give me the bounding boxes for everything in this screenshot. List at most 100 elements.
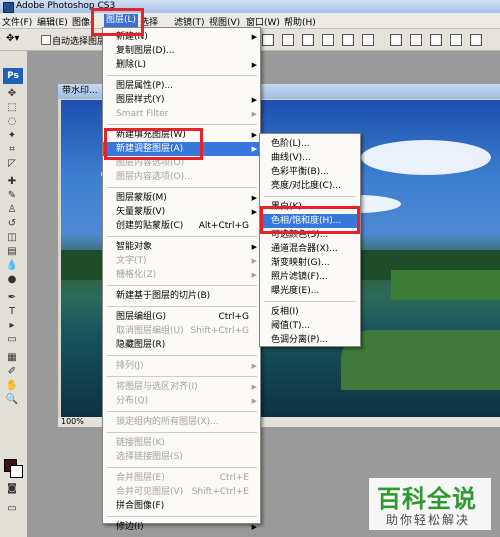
background-color-swatch[interactable] [10, 465, 23, 478]
distribute-left-icon[interactable] [450, 34, 462, 46]
menu-separator [107, 285, 257, 286]
layer-menu-item[interactable]: 删除(L) ▶ [103, 58, 260, 72]
adjustment-menu-item[interactable]: 色调分离(P)... [260, 333, 360, 347]
watermark-logo: 百科全说 助你轻松解决 [369, 478, 491, 530]
align-left-icon[interactable] [322, 34, 334, 46]
layer-menu-item[interactable]: 创建剪贴蒙版(C) Alt+Ctrl+G [103, 219, 260, 233]
layer-menu-item[interactable]: 矢量蒙版(V) ▶ [103, 205, 260, 219]
adjustment-menu-item[interactable]: 阈值(T)... [260, 319, 360, 333]
notes-tool-icon[interactable]: ▦ [5, 352, 19, 364]
layer-menu-item[interactable]: 排列(J) ▶ [103, 359, 260, 373]
layer-menu-item[interactable]: 智能对象 ▶ [103, 240, 260, 254]
distribute-bottom-icon[interactable] [430, 34, 442, 46]
distribute-right-icon[interactable] [470, 34, 482, 46]
layer-menu-item[interactable]: 文字(T) ▶ [103, 254, 260, 268]
watermark-title: 百科全说 [377, 485, 477, 513]
layer-menu-item[interactable]: 图层属性(P)... [103, 79, 260, 93]
layer-menu-item[interactable]: 图层蒙版(M) ▶ [103, 191, 260, 205]
dodge-tool-icon[interactable]: ● [5, 274, 19, 286]
type-tool-icon[interactable]: T [5, 306, 19, 318]
adjustment-menu-item[interactable]: 反相(I) [260, 305, 360, 319]
menu-separator [107, 376, 257, 377]
menu-item-label: 创建剪贴蒙版(C) [116, 221, 184, 231]
adjustment-layer-submenu: 色阶(L)... 曲线(V)... 色彩平衡(B)... 亮度/对比度(C)... 黑白… [259, 133, 361, 347]
distribute-vcenter-icon[interactable] [410, 34, 422, 46]
healing-brush-icon[interactable]: ✚ [5, 176, 19, 188]
clone-stamp-icon[interactable]: ♙ [5, 204, 19, 216]
auto-select-checkbox[interactable] [41, 35, 51, 45]
layer-menu-item[interactable]: 修边(I) ▶ [103, 520, 260, 534]
adjustment-menu-item[interactable]: 色阶(L)... [260, 137, 360, 151]
path-select-icon[interactable]: ▸ [5, 320, 19, 332]
layer-menu-item[interactable]: 链接图层(K) [103, 436, 260, 450]
align-bottom-icon[interactable] [302, 34, 314, 46]
layer-menu-item[interactable]: 复制图层(D)... [103, 44, 260, 58]
layer-menu-item[interactable]: 选择链接图层(S) [103, 450, 260, 464]
distribute-top-icon[interactable] [390, 34, 402, 46]
highlight-box [91, 8, 144, 36]
layer-menu-item[interactable]: 锁定组内的所有图层(X)... [103, 415, 260, 429]
align-vcenter-icon[interactable] [282, 34, 294, 46]
adjustment-menu-item[interactable]: 照片滤镜(F)... [260, 270, 360, 284]
menu-item-shortcut: Alt+Ctrl+G [198, 221, 249, 231]
menu-item-shortcut: Ctrl+G [218, 312, 249, 322]
move-tool-icon[interactable]: ✥▾ [6, 33, 19, 44]
menu-file[interactable]: 文件(F) [2, 15, 32, 28]
zoom-tool-icon[interactable]: 🔍 [5, 394, 19, 406]
layer-menu-item[interactable]: 图层内容选项(O)... [103, 170, 260, 184]
zoom-level[interactable]: 100% [61, 417, 84, 426]
cloud-shape [361, 140, 491, 175]
screen-mode-icon[interactable]: ▭ [5, 503, 19, 515]
layer-menu-item[interactable]: 合并图层(E) Ctrl+E [103, 471, 260, 485]
layer-menu-dropdown: 新建(N) ▶ 复制图层(D)... 删除(L) ▶ 图层属性(P)... 图层样式(Y) ▶… [102, 27, 261, 532]
layer-menu-item[interactable]: 分布(Q) ▶ [103, 394, 260, 408]
move-tool-icon[interactable]: ✥ [5, 88, 19, 100]
menu-separator [107, 355, 257, 356]
adjustment-menu-item[interactable]: 色彩平衡(B)... [260, 165, 360, 179]
menu-item-label: 图层属性(P)... [116, 81, 174, 91]
layer-menu-item[interactable]: 图层编组(G) Ctrl+G [103, 310, 260, 324]
blur-tool-icon[interactable]: 💧 [5, 260, 19, 272]
adjustment-menu-item[interactable]: 曲线(V)... [260, 151, 360, 165]
submenu-arrow-icon: ▶ [251, 194, 257, 202]
menu-separator [264, 301, 356, 302]
magic-wand-icon[interactable]: ✦ [5, 130, 19, 142]
layer-menu-item[interactable]: 图层样式(Y) ▶ [103, 93, 260, 107]
menu-item-shortcut: Shift+Ctrl+G [190, 326, 249, 336]
brush-tool-icon[interactable]: ✎ [5, 190, 19, 202]
menu-separator [107, 467, 257, 468]
adjustment-menu-item[interactable]: 渐变映射(G)... [260, 256, 360, 270]
shape-tool-icon[interactable]: ▭ [5, 334, 19, 346]
lasso-tool-icon[interactable]: ◌ [5, 116, 19, 128]
align-hcenter-icon[interactable] [342, 34, 354, 46]
eyedropper-icon[interactable]: ✐ [5, 366, 19, 378]
layer-menu-item[interactable]: 栅格化(Z) ▶ [103, 268, 260, 282]
layer-menu-item[interactable]: 隐藏图层(R) [103, 338, 260, 352]
adjustment-menu-item[interactable]: 通道混合器(X)... [260, 242, 360, 256]
layer-menu-item[interactable]: 拼合图像(F) [103, 499, 260, 513]
align-right-icon[interactable] [362, 34, 374, 46]
align-top-icon[interactable] [262, 34, 274, 46]
submenu-arrow-icon: ▶ [251, 96, 257, 104]
submenu-arrow-icon: ▶ [251, 397, 257, 405]
highlight-box [260, 206, 360, 234]
marquee-tool-icon[interactable]: ⬚ [5, 102, 19, 114]
layer-menu-item[interactable]: 合并可见图层(V) Shift+Ctrl+E [103, 485, 260, 499]
pen-tool-icon[interactable]: ✒ [5, 292, 19, 304]
layer-menu-item[interactable]: Smart Filter ▶ [103, 107, 260, 121]
layer-menu-item[interactable]: 将图层与选区对齐(I) ▶ [103, 380, 260, 394]
menu-edit[interactable]: 编辑(E) [37, 15, 68, 28]
hand-tool-icon[interactable]: ✋ [5, 380, 19, 392]
layer-menu-item[interactable]: 取消图层编组(U) Shift+Ctrl+G [103, 324, 260, 338]
adjustment-menu-item[interactable]: 亮度/对比度(C)... [260, 179, 360, 193]
quick-mask-icon[interactable]: ◙ [5, 483, 19, 495]
slice-tool-icon[interactable]: ◸ [5, 158, 19, 170]
crop-tool-icon[interactable]: ⌗ [5, 144, 19, 156]
eraser-tool-icon[interactable]: ◫ [5, 232, 19, 244]
menu-help[interactable]: 帮助(H) [284, 15, 316, 28]
menu-item-label: 阈值(T)... [271, 321, 311, 331]
adjustment-menu-item[interactable]: 曝光度(E)... [260, 284, 360, 298]
gradient-tool-icon[interactable]: ▤ [5, 246, 19, 258]
history-brush-icon[interactable]: ↺ [5, 218, 19, 230]
layer-menu-item[interactable]: 新建基于图层的切片(B) [103, 289, 260, 303]
